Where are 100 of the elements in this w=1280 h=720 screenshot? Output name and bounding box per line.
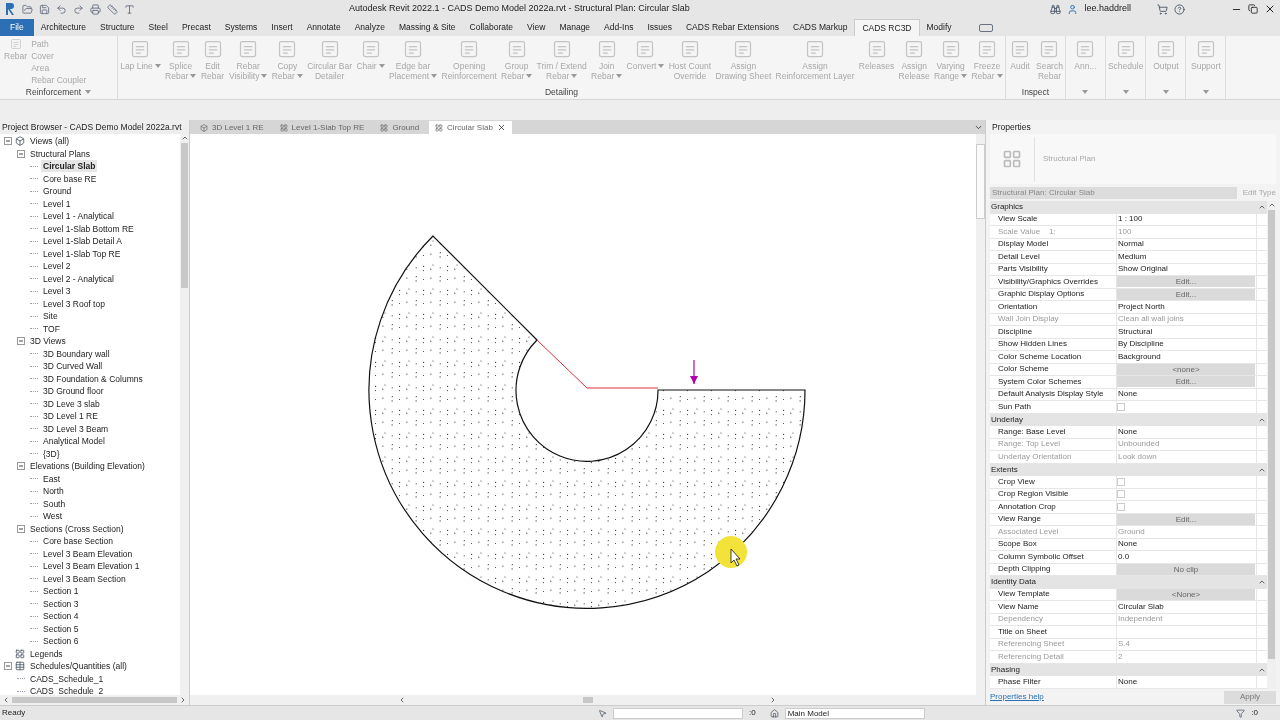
tree-item[interactable]: Level 2 xyxy=(41,260,73,273)
tree-item[interactable]: Level 1 - Analytical xyxy=(41,210,116,223)
binoculars-icon[interactable] xyxy=(1050,3,1062,15)
checkbox[interactable] xyxy=(1117,490,1125,499)
measure-icon[interactable] xyxy=(107,3,118,15)
redo-icon[interactable] xyxy=(73,3,84,15)
menu-tab[interactable]: Add-Ins xyxy=(597,19,641,36)
workset-field[interactable] xyxy=(613,707,743,719)
expand-toggle[interactable] xyxy=(17,524,25,533)
property-value[interactable]: Structural xyxy=(1117,325,1154,338)
user-icon[interactable] xyxy=(1067,3,1079,15)
tree-item[interactable]: Section 4 xyxy=(41,610,81,623)
scroll-thumb[interactable] xyxy=(1268,210,1275,659)
menu-tab[interactable]: View xyxy=(520,19,553,36)
tree-item[interactable]: {3D} xyxy=(41,447,62,460)
menu-tab[interactable]: File xyxy=(0,19,34,36)
scroll-thumb[interactable] xyxy=(12,697,177,703)
property-value[interactable]: None xyxy=(1117,675,1139,688)
tree-item[interactable]: Ground xyxy=(41,185,74,198)
pointer-icon[interactable] xyxy=(598,708,607,718)
menu-tab[interactable]: Collaborate xyxy=(462,19,521,36)
scroll-thumb[interactable] xyxy=(582,697,593,703)
tree-item[interactable]: Legends xyxy=(28,647,65,660)
menu-tab[interactable]: Annotate xyxy=(299,19,348,36)
tree-item[interactable]: Level 2 - Analytical xyxy=(41,272,116,285)
apply-button[interactable]: Apply xyxy=(1224,690,1276,704)
property-value[interactable]: 0.0 xyxy=(1117,550,1131,563)
group-header[interactable]: Underlay xyxy=(991,413,1023,426)
scroll-right-icon[interactable] xyxy=(769,696,777,704)
tree-item[interactable]: Level 3 Beam Elevation 1 xyxy=(41,560,142,573)
tree-item[interactable]: 3D Foundation & Columns xyxy=(41,372,145,385)
tree-item[interactable]: Section 6 xyxy=(41,635,81,648)
open-icon[interactable] xyxy=(22,3,33,15)
group-header[interactable]: Identity Data xyxy=(991,576,1036,589)
property-value[interactable]: Normal xyxy=(1117,238,1145,251)
undo-icon[interactable] xyxy=(56,3,67,15)
revit-logo-icon[interactable] xyxy=(4,2,16,16)
tree-item[interactable]: Section 3 xyxy=(41,597,81,610)
menu-tab[interactable]: Modify xyxy=(919,19,959,36)
tree-item[interactable]: North xyxy=(41,485,66,498)
document-tab[interactable]: Ground xyxy=(374,121,426,134)
property-value[interactable]: Circular Slab xyxy=(1117,600,1165,613)
tree-item[interactable]: Section 5 xyxy=(41,622,81,635)
save-icon[interactable] xyxy=(39,3,50,15)
menu-tab[interactable]: Insert xyxy=(264,19,300,36)
tree-item[interactable]: West xyxy=(41,510,65,523)
menu-tab[interactable]: Analyze xyxy=(347,19,392,36)
menu-tab[interactable]: Precast xyxy=(174,19,218,36)
tree-item[interactable]: Core base RE xyxy=(41,172,99,185)
tree-item[interactable]: Level 1 xyxy=(41,197,73,210)
property-value[interactable]: Project North xyxy=(1117,300,1166,313)
tree-item[interactable]: Schedules/Quantities (all) xyxy=(28,660,129,673)
tree-item[interactable]: Level 3 xyxy=(41,285,73,298)
property-value[interactable]: By Discipline xyxy=(1117,338,1165,351)
tree-item[interactable]: Level 3 Beam Section xyxy=(41,572,128,585)
tree-item[interactable]: Site xyxy=(41,310,60,323)
tree-item[interactable]: Section 1 xyxy=(41,585,81,598)
scroll-up-icon[interactable] xyxy=(1267,201,1276,209)
checkbox[interactable] xyxy=(1117,502,1125,511)
scroll-right-icon[interactable] xyxy=(179,696,187,704)
menu-tab[interactable]: Steel xyxy=(141,19,175,36)
menu-tab[interactable]: CADS Markup xyxy=(786,19,855,36)
tree-item[interactable]: 3D Leve 3 slab xyxy=(41,397,102,410)
tree-item[interactable]: 3D Ground floor xyxy=(41,385,106,398)
scrollbar[interactable] xyxy=(0,695,189,705)
property-edit-button[interactable]: No clip xyxy=(1117,563,1255,575)
tree-item[interactable]: Elevations (Building Elevation) xyxy=(28,460,147,473)
tree-item[interactable]: 3D Views xyxy=(28,335,68,348)
tree-item[interactable]: Structural Plans xyxy=(28,147,92,160)
tree-item[interactable]: 3D Level 1 RE xyxy=(41,410,100,423)
property-edit-button[interactable]: Edit... xyxy=(1117,276,1255,288)
design-options-icon[interactable] xyxy=(769,708,779,718)
expand-toggle[interactable] xyxy=(17,337,25,346)
menu-tab[interactable]: Issues xyxy=(640,19,679,36)
property-edit-button[interactable]: <none> xyxy=(1117,363,1255,375)
checkbox[interactable] xyxy=(1117,477,1125,486)
panel-title[interactable]: Reinforcement xyxy=(25,85,82,99)
restore-icon[interactable] xyxy=(1248,4,1258,14)
property-value[interactable]: Medium xyxy=(1117,250,1148,263)
tree-item[interactable]: 3D Curved Wall xyxy=(41,360,105,373)
tree-item[interactable]: Level 1-Slab Bottom RE xyxy=(41,222,136,235)
print-icon[interactable] xyxy=(90,3,101,15)
tree-item[interactable]: South xyxy=(41,497,68,510)
property-edit-button[interactable]: Edit... xyxy=(1117,376,1255,388)
tree-item[interactable]: Level 3 Beam Elevation xyxy=(41,547,135,560)
scroll-left-icon[interactable] xyxy=(398,696,406,704)
property-edit-button[interactable]: Edit... xyxy=(1117,513,1255,525)
menu-tab[interactable]: Structure xyxy=(93,19,142,36)
group-header[interactable]: Extents xyxy=(991,463,1018,476)
tree-item[interactable]: TOF xyxy=(41,322,62,335)
tree-item[interactable]: Core base Section xyxy=(41,535,115,548)
close-icon[interactable] xyxy=(496,123,506,132)
tree-item[interactable]: Level 1-Slab Top RE xyxy=(41,247,123,260)
properties-help-link[interactable]: Properties help xyxy=(990,691,1044,703)
property-value[interactable]: None xyxy=(1117,425,1139,438)
panel-switch-icon[interactable] xyxy=(978,24,993,32)
property-value[interactable]: 1 : 100 xyxy=(1117,213,1144,226)
text-icon[interactable] xyxy=(124,3,135,15)
group-header[interactable]: Graphics xyxy=(991,201,1023,214)
tree-item[interactable]: 3D Level 3 Beam xyxy=(41,422,111,435)
